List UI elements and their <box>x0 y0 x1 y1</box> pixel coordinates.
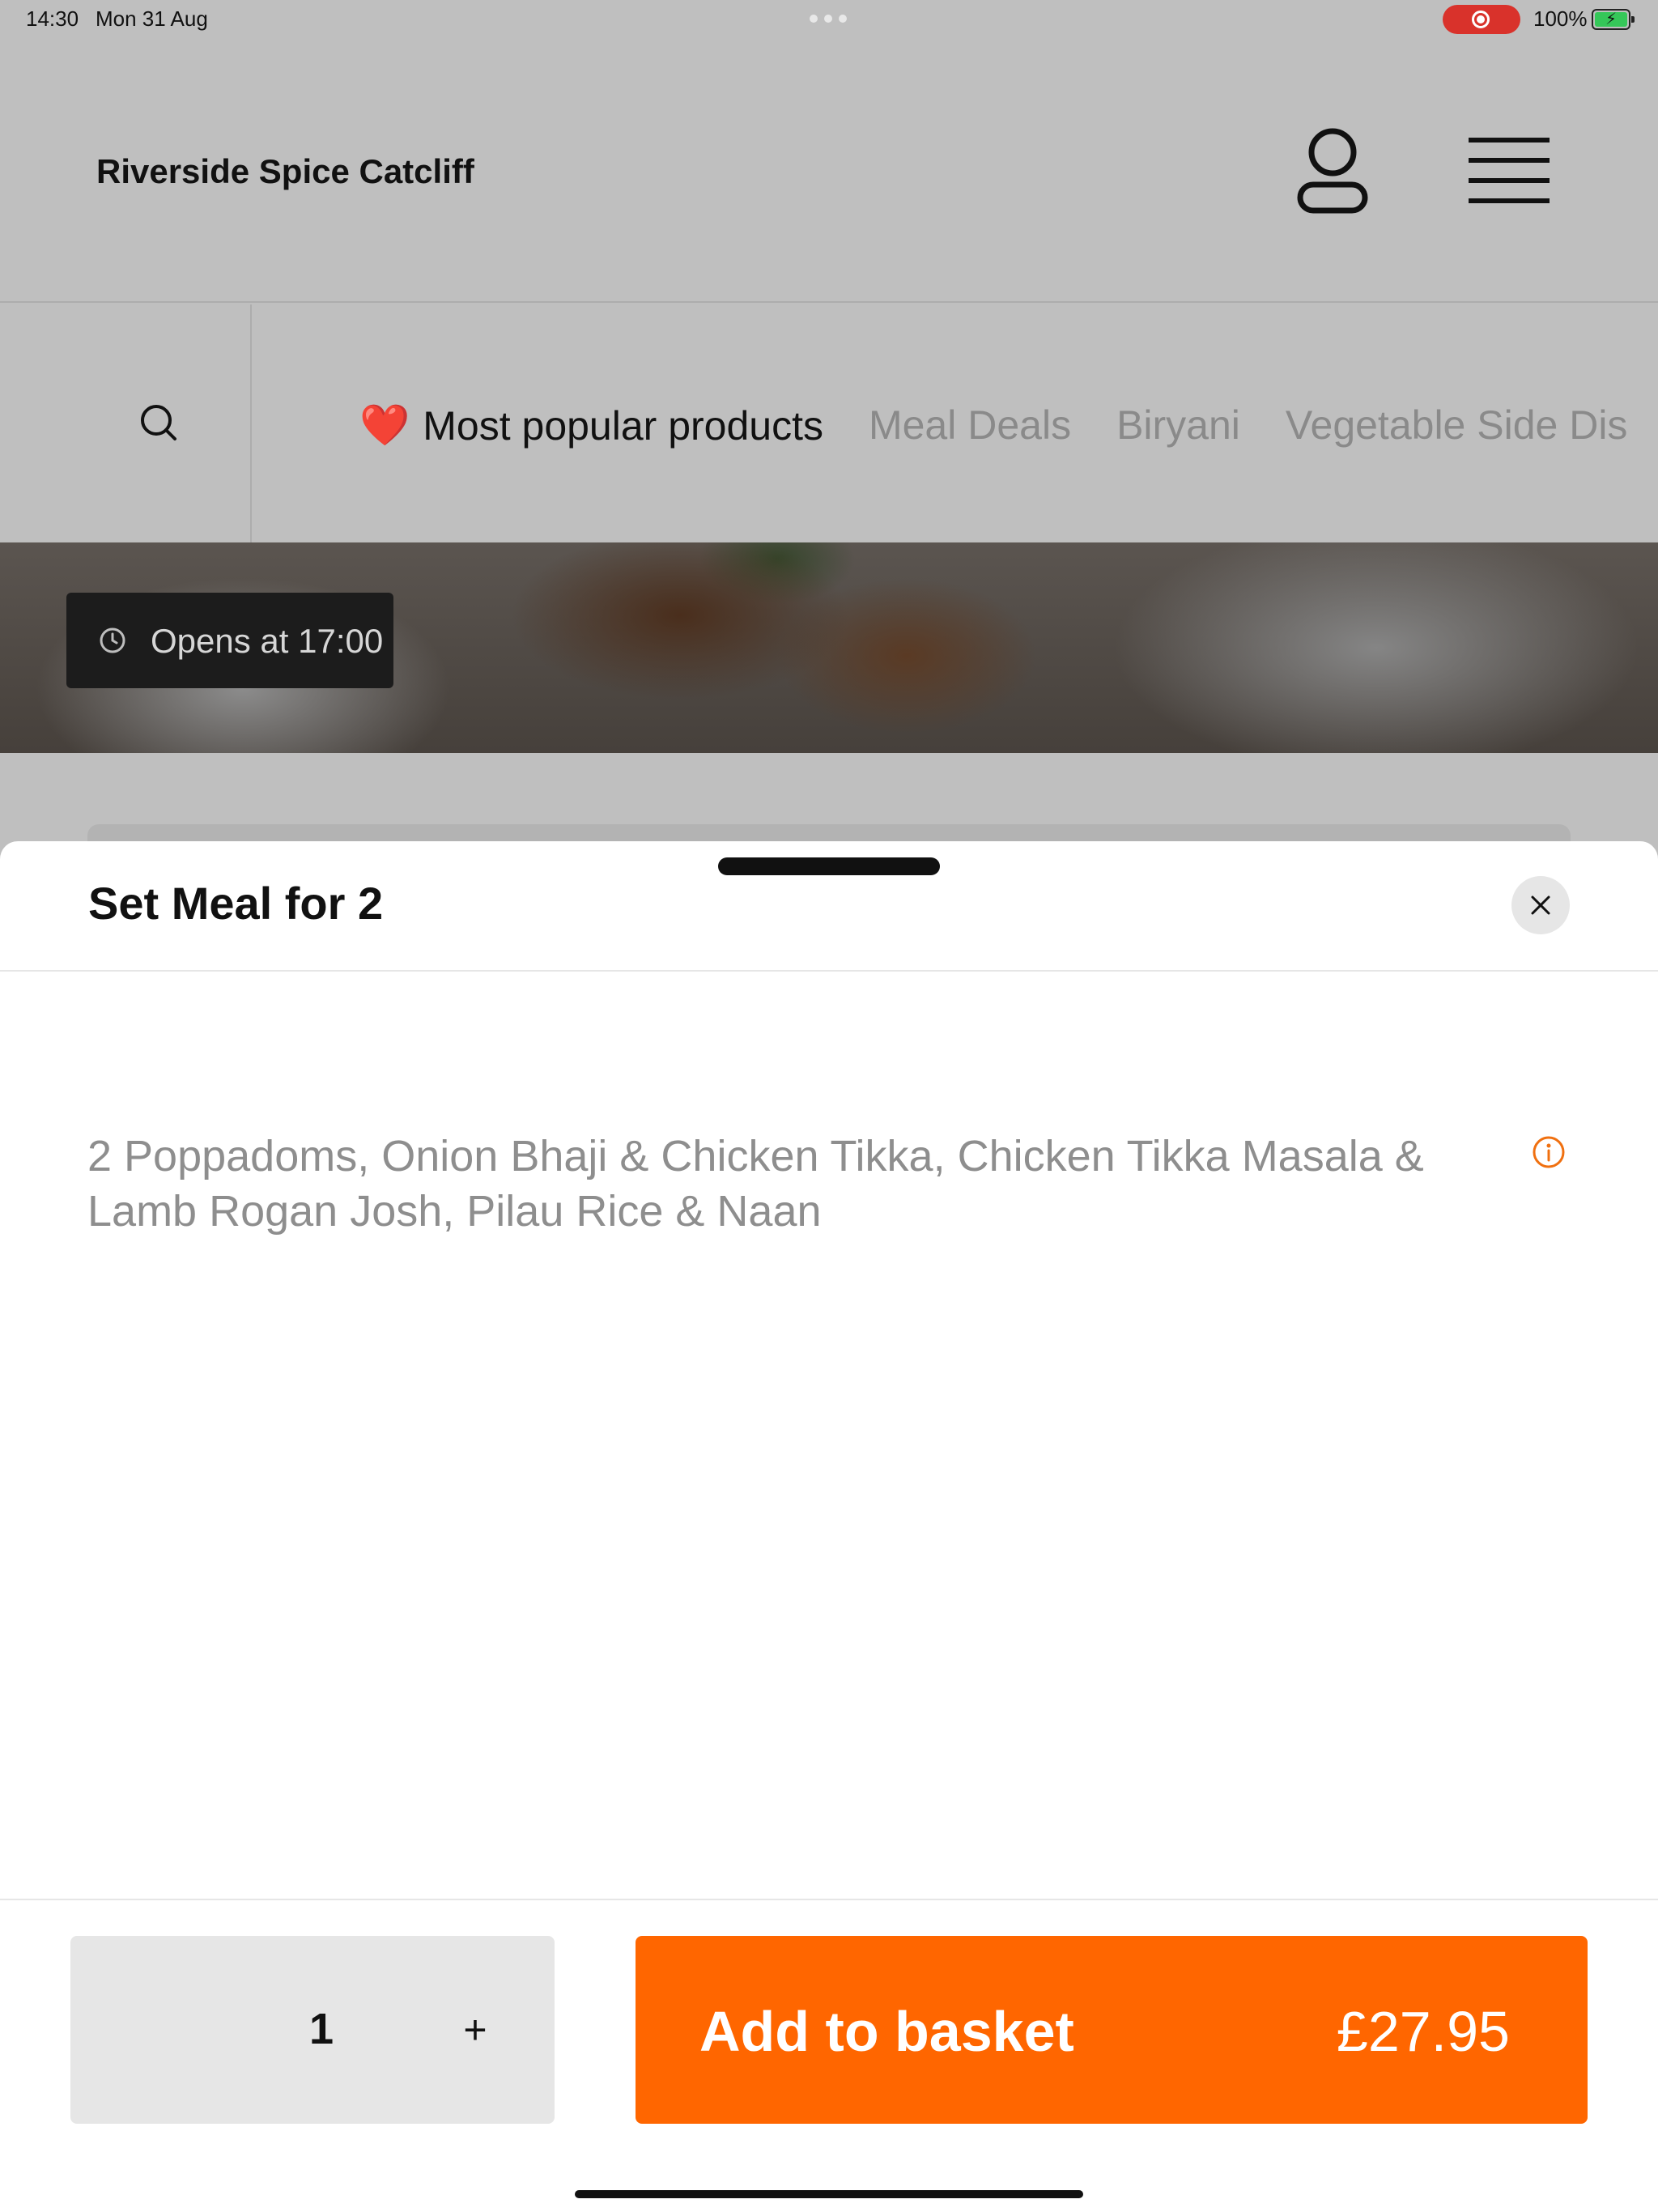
search-button[interactable] <box>0 304 252 542</box>
screen-recording-icon[interactable] <box>1443 5 1520 34</box>
search-icon <box>141 405 176 440</box>
tab-biryani[interactable]: Biryani <box>1116 402 1240 449</box>
tab-meal-deals[interactable]: Meal Deals <box>869 402 1071 449</box>
account-button[interactable] <box>1292 126 1373 215</box>
category-tabs: ❤️ Most popular products Meal Deals Biry… <box>359 402 1627 449</box>
sheet-grabber[interactable] <box>718 857 940 875</box>
menu-button[interactable] <box>1462 134 1556 207</box>
hamburger-menu-icon <box>1469 138 1550 203</box>
hero-image: Opens at 17:00 <box>0 542 1658 753</box>
footer-divider <box>0 1899 1658 1900</box>
divider <box>0 970 1658 972</box>
restaurant-name[interactable]: Riverside Spice Catcliff <box>96 152 474 191</box>
status-date: Mon 31 Aug <box>96 6 208 31</box>
close-button[interactable] <box>1511 876 1570 934</box>
quantity-value: 1 <box>308 2005 334 2053</box>
home-indicator[interactable] <box>575 2190 1083 2198</box>
add-to-basket-button[interactable]: Add to basket £27.95 <box>636 1936 1588 2124</box>
quantity-stepper: 1 + <box>70 1936 555 2124</box>
info-icon[interactable] <box>1532 1135 1566 1169</box>
heart-icon: ❤️ <box>359 402 410 448</box>
add-to-basket-label: Add to basket <box>699 2000 1074 2063</box>
category-nav: ❤️ Most popular products Meal Deals Biry… <box>0 304 1658 542</box>
opening-time-badge: Opens at 17:00 <box>66 593 393 688</box>
increase-quantity-button[interactable]: + <box>443 2001 508 2059</box>
close-icon <box>1531 895 1550 915</box>
multitasking-dots-icon[interactable] <box>810 15 847 23</box>
status-time: 14:30 <box>26 6 79 31</box>
battery-icon: ⚡ <box>1592 9 1635 30</box>
tab-most-popular[interactable]: ❤️ Most popular products <box>359 402 823 449</box>
battery-percentage: 100% <box>1533 6 1588 31</box>
tab-vegetable-side-dishes[interactable]: Vegetable Side Dis <box>1286 402 1628 449</box>
product-title: Set Meal for 2 <box>88 878 384 929</box>
product-description: 2 Poppadoms, Onion Bhaji & Chicken Tikka… <box>87 1132 1424 1236</box>
product-sheet: Set Meal for 2 2 Poppadoms, Onion Bhaji … <box>0 841 1658 2212</box>
tab-label: Most popular products <box>423 402 823 449</box>
clock-icon <box>100 627 125 653</box>
site-header: Riverside Spice Catcliff <box>0 39 1658 303</box>
person-icon <box>1297 128 1368 214</box>
opening-time-text: Opens at 17:00 <box>151 622 384 660</box>
price: £27.95 <box>1336 2000 1510 2063</box>
status-bar: 14:30 Mon 31 Aug 100% ⚡ <box>0 0 1658 39</box>
